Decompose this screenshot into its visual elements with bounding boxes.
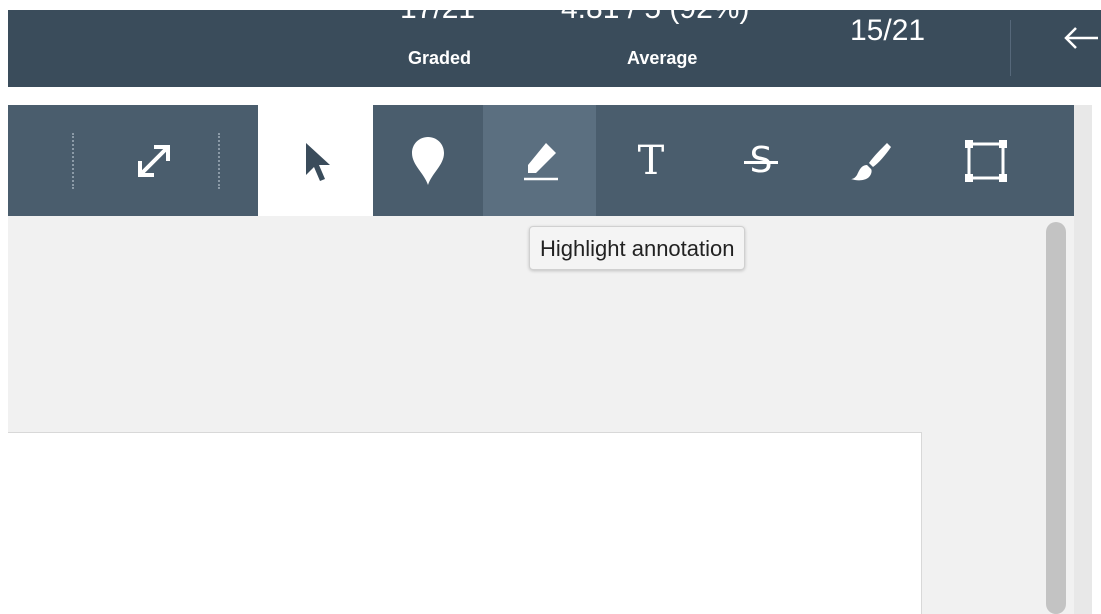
top-strip — [0, 0, 1101, 10]
document-page[interactable] — [8, 432, 922, 614]
strike-line — [743, 160, 779, 164]
point-annotation-tool[interactable] — [373, 105, 483, 216]
back-button[interactable] — [1058, 18, 1098, 58]
annotation-toolbar: T S — [8, 105, 1074, 216]
brush-icon — [851, 142, 891, 180]
pointer-icon — [305, 142, 330, 181]
toolbar-divider — [218, 133, 220, 189]
text-icon: T — [637, 137, 665, 184]
highlighter-icon — [523, 142, 558, 180]
expand-button[interactable] — [94, 105, 214, 216]
area-annotation-tool[interactable] — [926, 105, 1046, 216]
document-viewer: T S — [8, 105, 1074, 614]
graded-label: Graded — [408, 48, 472, 68]
average-label: Average — [627, 48, 698, 68]
text-annotation-tool[interactable]: T — [596, 105, 706, 216]
graded-count: 17/21 — [400, 10, 475, 26]
pin-icon — [412, 136, 444, 185]
grading-header: 17/21 Graded 4.81 / 5 (92%) Average 15/2… — [8, 10, 1101, 87]
header-divider — [1010, 20, 1011, 76]
draw-tool[interactable] — [816, 105, 926, 216]
right-edge — [1092, 105, 1101, 614]
average-score: 4.81 / 5 (92%) — [561, 10, 749, 26]
toolbar-divider — [72, 133, 74, 189]
tooltip: Highlight annotation — [529, 226, 746, 270]
strikeout-tool[interactable]: S — [706, 105, 816, 216]
highlight-tool[interactable] — [483, 105, 596, 216]
scrollbar-track[interactable] — [1074, 105, 1094, 614]
submission-position: 15/21 — [850, 14, 926, 47]
expand-arrows-icon — [138, 144, 170, 177]
arrow-left-icon — [1064, 27, 1098, 49]
area-select-icon — [965, 139, 1007, 182]
strikethrough-icon: S — [743, 142, 779, 179]
scrollbar-thumb[interactable] — [1046, 222, 1066, 614]
select-tool[interactable] — [258, 105, 373, 216]
